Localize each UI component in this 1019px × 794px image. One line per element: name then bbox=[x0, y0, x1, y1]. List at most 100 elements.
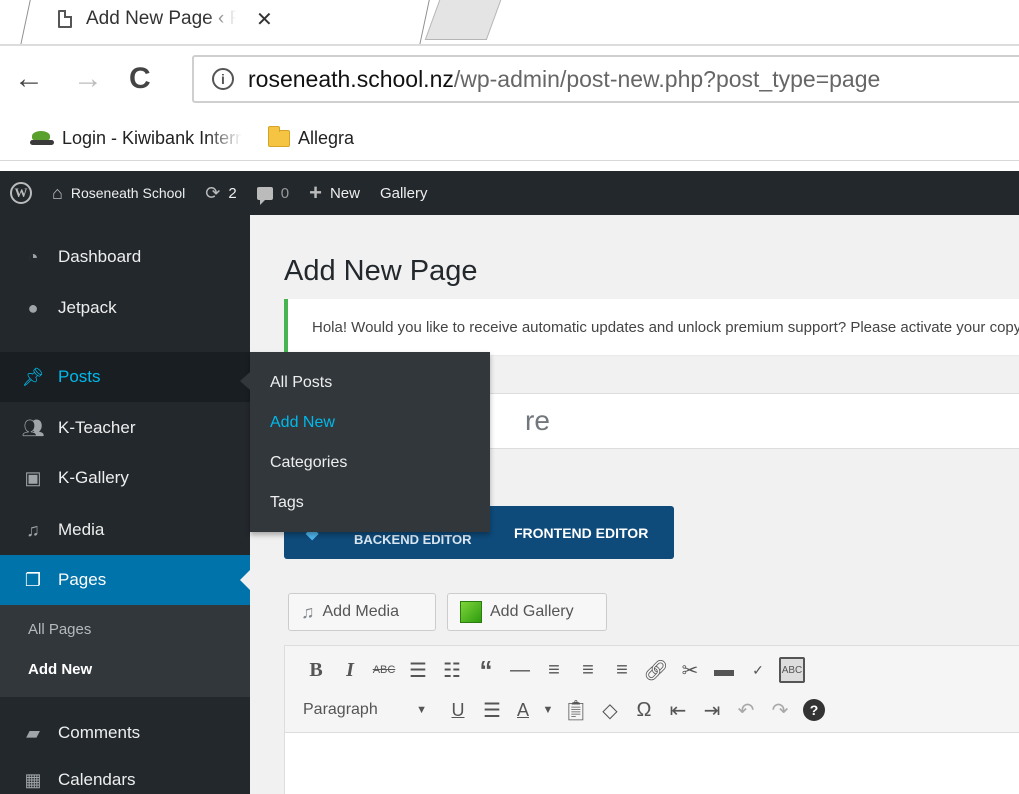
backend-editor-button[interactable]: BACKEND EDITOR bbox=[354, 532, 472, 547]
notice-text: Hola! Would you like to receive automati… bbox=[312, 318, 1019, 336]
address-bar[interactable]: i roseneath.school.nz/wp-admin/post-new.… bbox=[192, 55, 1019, 103]
toolbar-row-2: Paragraph ▼ U ☰ A ▼ 📋︎ ◇ Ω ⇤ ⇥ ↶ ↷ ? bbox=[299, 690, 831, 730]
italic-icon[interactable]: I bbox=[333, 653, 367, 687]
browser-tab-content[interactable]: Add New Page ‹ Roseneath School ✕ bbox=[58, 4, 273, 34]
image-icon: ▣ bbox=[24, 467, 42, 488]
title-placeholder: re bbox=[525, 405, 550, 436]
toolbar-row-1: B I ABC ☰ ☷ “ — ≡ ≡ ≡ 🔗︎ ✂ ▬ ✓ ABC bbox=[299, 650, 809, 690]
site-info-icon[interactable]: i bbox=[212, 68, 234, 90]
editor-toolbar: B I ABC ☰ ☷ “ — ≡ ≡ ≡ 🔗︎ ✂ ▬ ✓ ABC Parag… bbox=[284, 645, 1019, 733]
editor-content-area[interactable] bbox=[284, 733, 1019, 794]
sidebar-item-posts[interactable]: 📌︎ Posts bbox=[0, 352, 250, 402]
flyout-categories[interactable]: Categories bbox=[270, 454, 347, 472]
wp-logo-menu[interactable]: W bbox=[0, 171, 42, 215]
unlink-icon[interactable]: ✂ bbox=[673, 653, 707, 687]
back-arrow-icon[interactable]: ← bbox=[14, 64, 44, 94]
site-name: Roseneath School bbox=[70, 185, 186, 201]
pages-submenu: All Pages Add New bbox=[0, 605, 250, 697]
horizontal-line-icon[interactable]: — bbox=[503, 653, 537, 687]
sidebar-item-label: Dashboard bbox=[58, 247, 142, 266]
bookmarks-bar: Login - Kiwibank Internet Banking Allegr… bbox=[0, 116, 1019, 161]
current-indicator bbox=[240, 570, 250, 590]
updates-icon: ⟳ bbox=[205, 182, 221, 203]
pin-icon: 📌︎ bbox=[21, 366, 45, 387]
paste-text-icon[interactable]: 📋︎ bbox=[559, 693, 593, 727]
new-content-menu[interactable]: + New bbox=[299, 171, 370, 215]
spellcheck-icon[interactable]: ✓ bbox=[741, 653, 775, 687]
sidebar-item-label: Calendars bbox=[58, 770, 136, 789]
underline-icon[interactable]: U bbox=[441, 693, 475, 727]
indent-icon[interactable]: ⇥ bbox=[695, 693, 729, 727]
browser-toolbar: ← → C i roseneath.school.nz/wp-admin/pos… bbox=[0, 46, 1019, 116]
bookmark-kiwibank[interactable]: Login - Kiwibank Internet Banking bbox=[30, 128, 242, 149]
blockquote-icon[interactable]: “ bbox=[469, 653, 503, 687]
updates-count: 2 bbox=[228, 184, 237, 202]
sidebar-item-comments[interactable]: ▰ Comments bbox=[0, 708, 250, 758]
bold-icon[interactable]: B bbox=[299, 653, 333, 687]
align-left-icon[interactable]: ≡ bbox=[537, 653, 571, 687]
add-media-button[interactable]: ♫ Add Media bbox=[288, 593, 436, 631]
align-right-icon[interactable]: ≡ bbox=[605, 653, 639, 687]
strikethrough-icon[interactable]: ABC bbox=[367, 653, 401, 687]
sidebar-item-dashboard[interactable]: ◔ Dashboard bbox=[0, 232, 250, 282]
tab-title: Add New Page ‹ Roseneath School bbox=[86, 8, 236, 29]
comments-menu[interactable]: 0 bbox=[247, 171, 299, 215]
add-gallery-label: Add Gallery bbox=[490, 603, 574, 620]
help-icon: ? bbox=[803, 699, 825, 721]
add-media-label: Add Media bbox=[322, 603, 400, 620]
comments-count: 0 bbox=[280, 184, 290, 202]
outdent-icon[interactable]: ⇤ bbox=[661, 693, 695, 727]
chevron-down-icon[interactable]: ▼ bbox=[537, 693, 559, 727]
link-icon[interactable]: 🔗︎ bbox=[639, 653, 673, 687]
sidebar-item-jetpack[interactable]: ● Jetpack bbox=[0, 283, 250, 333]
undo-icon[interactable]: ↶ bbox=[729, 693, 763, 727]
flyout-all-posts[interactable]: All Posts bbox=[270, 374, 332, 392]
browser-tabstrip: Add New Page ‹ Roseneath School ✕ bbox=[0, 0, 1019, 46]
submenu-add-new[interactable]: Add New bbox=[28, 661, 92, 678]
justify-icon[interactable]: ☰ bbox=[475, 693, 509, 727]
clear-formatting-icon[interactable]: ◇ bbox=[593, 693, 627, 727]
sidebar-item-calendars[interactable]: ▦ Calendars bbox=[0, 755, 250, 794]
sidebar-item-k-gallery[interactable]: ▣ K-Gallery bbox=[0, 453, 250, 503]
home-icon: ⌂ bbox=[52, 182, 63, 203]
format-select[interactable]: Paragraph ▼ bbox=[299, 694, 435, 726]
kiwibank-icon bbox=[30, 129, 54, 147]
new-tab-button[interactable] bbox=[424, 0, 502, 40]
new-label: New bbox=[329, 184, 360, 202]
sidebar-item-label: Comments bbox=[58, 723, 141, 742]
text-color-icon[interactable]: A bbox=[509, 693, 537, 727]
forward-arrow-icon[interactable]: → bbox=[73, 64, 103, 94]
gallery-menu[interactable]: Gallery bbox=[370, 171, 438, 215]
bookmark-allegra[interactable]: Allegra bbox=[268, 125, 354, 149]
align-center-icon[interactable]: ≡ bbox=[571, 653, 605, 687]
site-name-menu[interactable]: ⌂ Roseneath School bbox=[42, 171, 195, 215]
wp-admin-bar: W ⌂ Roseneath School ⟳ 2 0 + New Gallery bbox=[0, 171, 1019, 215]
frontend-editor-button[interactable]: FRONTEND EDITOR bbox=[514, 525, 648, 541]
bookmark-label: Login - Kiwibank Internet Banking bbox=[62, 127, 242, 148]
pages-icon: ❐ bbox=[24, 569, 42, 590]
numbered-list-icon[interactable]: ☷ bbox=[435, 653, 469, 687]
comment-bubble-icon bbox=[256, 186, 273, 205]
special-character-icon[interactable]: Ω bbox=[627, 693, 661, 727]
read-more-icon[interactable]: ▬ bbox=[707, 653, 741, 687]
bullet-list-icon[interactable]: ☰ bbox=[401, 653, 435, 687]
help-icon-button[interactable]: ? bbox=[797, 693, 831, 727]
submenu-all-pages[interactable]: All Pages bbox=[28, 621, 91, 638]
flyout-tags[interactable]: Tags bbox=[270, 494, 304, 512]
updates-menu[interactable]: ⟳ 2 bbox=[195, 171, 246, 215]
flyout-add-new[interactable]: Add New bbox=[270, 414, 335, 432]
plus-icon: + bbox=[309, 180, 322, 205]
toolbar-toggle-icon[interactable]: ABC bbox=[775, 653, 809, 687]
add-gallery-button[interactable]: Add Gallery bbox=[447, 593, 607, 631]
comment-icon: ▰ bbox=[26, 722, 40, 743]
page-title: Add New Page bbox=[284, 255, 478, 287]
url-path: /wp-admin/post-new.php?post_type=page bbox=[453, 65, 881, 92]
tab-close-icon[interactable]: ✕ bbox=[256, 7, 273, 32]
page-icon bbox=[58, 10, 72, 28]
sidebar-item-label: Posts bbox=[58, 367, 101, 386]
sidebar-item-media[interactable]: ♫ Media bbox=[0, 505, 250, 555]
reload-icon[interactable]: C bbox=[129, 64, 151, 94]
redo-icon[interactable]: ↷ bbox=[763, 693, 797, 727]
sidebar-item-k-teacher[interactable]: 👥︎ K-Teacher bbox=[0, 403, 250, 453]
sidebar-item-pages[interactable]: ❐ Pages bbox=[0, 555, 250, 605]
